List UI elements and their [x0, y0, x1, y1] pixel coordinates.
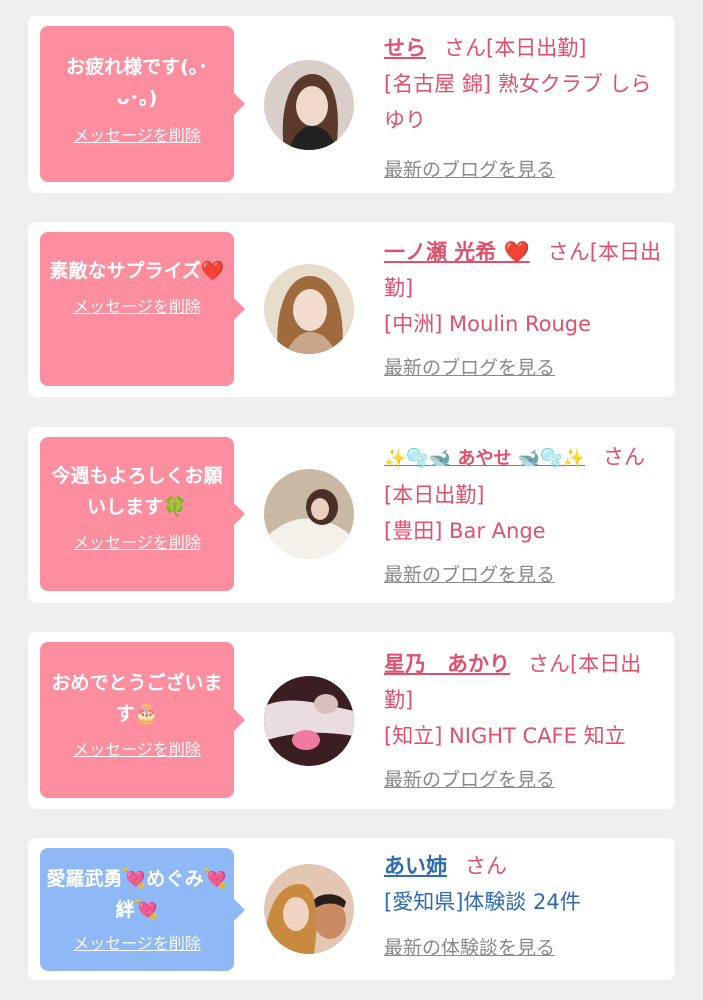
cast-name-link[interactable]: 星乃 あかり	[384, 652, 510, 676]
message-text: おめでとうございます🎂	[51, 672, 223, 725]
shop-name: [豊田] Bar Ange	[384, 519, 546, 543]
cast-name-link[interactable]: 一ノ瀬 光希 ❤️	[384, 240, 530, 264]
avatar[interactable]	[264, 264, 354, 354]
message-card: 今週もよろしくお願いします🍀 メッセージを削除 ✨🫧🐋 あやせ 🐋🫧✨ さん[本日…	[28, 427, 675, 603]
message-card: お疲れ様です(｡･ᴗ･｡) メッセージを削除 せら さん[本日出勤] [名古屋 錦…	[28, 16, 675, 193]
cast-info: せら さん[本日出勤] [名古屋 錦] 熟女クラブ しらゆり 最新のブログを見る	[384, 30, 664, 188]
latest-blog-link[interactable]: 最新のブログを見る	[384, 557, 555, 593]
latest-blog-link[interactable]: 最新のブログを見る	[384, 350, 555, 386]
cast-info: 一ノ瀬 光希 ❤️ さん[本日出勤] [中洲] Moulin Rouge 最新のブ…	[384, 234, 664, 386]
cast-info: ✨🫧🐋 あやせ 🐋🫧✨ さん[本日出勤] [豊田] Bar Ange 最新のブログ…	[384, 439, 664, 593]
delete-message-link[interactable]: メッセージを削除	[73, 529, 201, 553]
avatar-photo	[264, 864, 354, 954]
reviewer-name-link[interactable]: あい姉	[384, 854, 447, 878]
latest-blog-link[interactable]: 最新のブログを見る	[384, 762, 555, 798]
delete-message-link[interactable]: メッセージを削除	[73, 930, 201, 954]
avatar-photo	[264, 676, 354, 766]
message-card: 愛羅武勇💘めぐみ💘絆💘 メッセージを削除 あい姉 さん [愛知県]体験談 24件 …	[28, 838, 675, 980]
avatar[interactable]	[264, 676, 354, 766]
avatar[interactable]	[264, 60, 354, 150]
cast-name-link[interactable]: ✨🫧🐋 あやせ 🐋🫧✨	[384, 448, 585, 469]
latest-review-link[interactable]: 最新の体験談を見る	[384, 930, 555, 966]
cast-info: 星乃 あかり さん[本日出勤] [知立] NIGHT CAFE 知立 最新のブログ…	[384, 646, 664, 798]
latest-blog-link[interactable]: 最新のブログを見る	[384, 152, 555, 188]
message-text: 愛羅武勇💘めぐみ💘絆💘	[46, 868, 228, 921]
message-bubble: 今週もよろしくお願いします🍀 メッセージを削除	[40, 437, 245, 591]
message-card: おめでとうございます🎂 メッセージを削除 星乃 あかり さん[本日出勤] [知立]…	[28, 632, 675, 809]
avatar-photo	[264, 469, 354, 559]
message-text: お疲れ様です(｡･ᴗ･｡)	[66, 56, 208, 109]
avatar-photo	[264, 60, 354, 150]
message-card: 素敵なサプライズ❤️ メッセージを削除 一ノ瀬 光希 ❤️ さん[本日出勤] [中…	[28, 222, 675, 397]
shop-name: [知立] NIGHT CAFE 知立	[384, 724, 626, 748]
avatar-photo	[264, 264, 354, 354]
message-list: お疲れ様です(｡･ᴗ･｡) メッセージを削除 せら さん[本日出勤] [名古屋 錦…	[0, 0, 703, 1000]
message-text: 今週もよろしくお願いします🍀	[51, 465, 223, 518]
cast-status: さん[本日出勤]	[444, 36, 587, 60]
message-bubble: 愛羅武勇💘めぐみ💘絆💘 メッセージを削除	[40, 848, 245, 971]
delete-message-link[interactable]: メッセージを削除	[73, 122, 201, 146]
delete-message-link[interactable]: メッセージを削除	[73, 736, 201, 760]
cast-name-link[interactable]: せら	[384, 36, 426, 60]
shop-name: [中洲] Moulin Rouge	[384, 312, 592, 336]
reviewer-suffix: さん	[465, 854, 507, 878]
message-bubble: おめでとうございます🎂 メッセージを削除	[40, 642, 245, 798]
message-bubble: お疲れ様です(｡･ᴗ･｡) メッセージを削除	[40, 26, 245, 182]
shop-name: [名古屋 錦] 熟女クラブ しらゆり	[384, 72, 652, 132]
avatar[interactable]	[264, 469, 354, 559]
cast-info: あい姉 さん [愛知県]体験談 24件 最新の体験談を見る	[384, 848, 664, 966]
avatar[interactable]	[264, 864, 354, 954]
message-bubble: 素敵なサプライズ❤️ メッセージを削除	[40, 232, 245, 386]
delete-message-link[interactable]: メッセージを削除	[73, 293, 201, 317]
review-count: [愛知県]体験談 24件	[384, 890, 581, 914]
message-text: 素敵なサプライズ❤️	[49, 260, 225, 282]
